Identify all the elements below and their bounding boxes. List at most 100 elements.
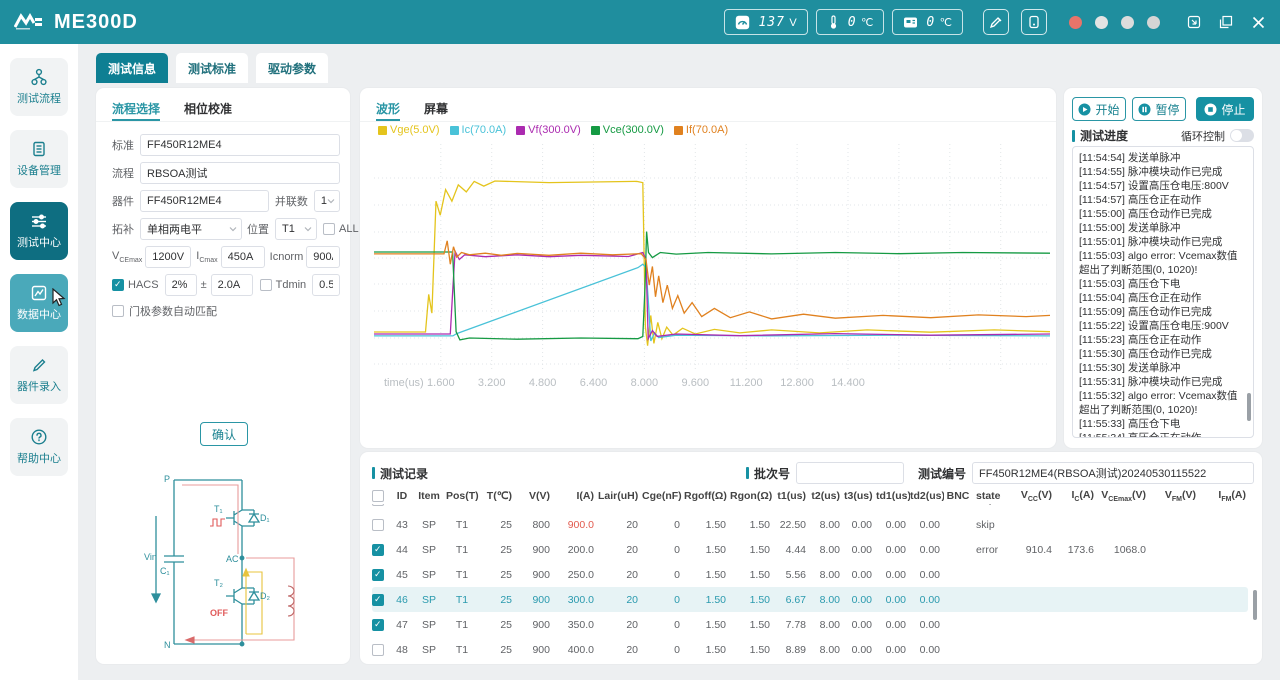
batch-input[interactable] [796, 462, 904, 484]
probe-tool-button[interactable] [983, 9, 1009, 35]
icmax-input[interactable] [221, 246, 265, 268]
tab-screen[interactable]: 屏幕 [424, 100, 448, 121]
sidebar-item-test-flow[interactable]: 测试流程 [10, 58, 68, 116]
table-cell: 0.00 [844, 644, 876, 656]
test-no-input[interactable] [972, 462, 1254, 484]
table-cell: T1 [446, 544, 482, 556]
tab-waveform[interactable]: 波形 [376, 100, 400, 121]
table-cell: T1 [446, 504, 482, 506]
confirm-button[interactable]: 确认 [200, 422, 248, 446]
icnorm-input[interactable] [306, 246, 340, 268]
help-icon [30, 428, 48, 446]
flow-input[interactable] [140, 162, 340, 184]
hacs-tolerance-input[interactable] [211, 274, 253, 296]
trace-vf [374, 251, 1050, 338]
table-row[interactable]: 44SPT125900200.02001.501.504.448.000.000… [372, 537, 1248, 562]
row-checkbox[interactable] [372, 569, 384, 581]
sidebar-item-test-center[interactable]: 测试中心 [10, 202, 68, 260]
log-scrollbar[interactable] [1247, 393, 1251, 421]
tdmin-checkbox[interactable] [260, 279, 272, 291]
parallel-select[interactable]: 1 [314, 190, 340, 212]
sidebar-item-device-manage[interactable]: 设备管理 [10, 130, 68, 188]
log-entry: [11:55:30] 高压仓动作已完成 [1079, 347, 1243, 361]
tab-test-standard[interactable]: 测试标准 [176, 53, 248, 83]
column-header: t2(us) [810, 490, 844, 502]
section-bar [746, 467, 749, 479]
position-select[interactable]: T1 [275, 218, 317, 240]
table-cell: T1 [446, 619, 482, 631]
column-header: t3(us) [844, 490, 876, 502]
topology-select[interactable]: 单相两电平 [140, 218, 242, 240]
hacs-checkbox[interactable] [112, 279, 124, 291]
tab-drive-params[interactable]: 驱动参数 [256, 53, 328, 83]
legend-swatch [378, 126, 387, 135]
close-window-button[interactable] [1250, 14, 1266, 30]
chart-legend: Vge(5.0V) Ic(70.0A) Vf(300.0V) Vce(300.0V) I… [378, 124, 728, 136]
sidebar-item-data-center[interactable]: 数据中心 [10, 274, 68, 332]
column-header: Item [416, 490, 446, 502]
table-cell: 1.50 [730, 519, 774, 531]
minimize-to-tray-button[interactable] [1186, 14, 1202, 30]
table-cell: 0 [642, 519, 684, 531]
device-tool-button[interactable] [1021, 9, 1047, 35]
table-cell: SP [416, 504, 446, 506]
table-cell: 1.50 [684, 519, 730, 531]
stop-button[interactable]: 停止 [1196, 97, 1254, 121]
table-cell: 0.00 [876, 569, 910, 581]
table-scrollbar[interactable] [1253, 590, 1257, 620]
start-button[interactable]: 开始 [1072, 97, 1126, 121]
pencil-icon [30, 356, 48, 374]
table-row[interactable]: 48SPT125900400.02001.501.508.898.000.000… [372, 637, 1248, 661]
row-checkbox[interactable] [372, 619, 384, 631]
trace-vce [374, 232, 1050, 340]
table-cell: T1 [446, 569, 482, 581]
row-checkbox[interactable] [372, 594, 384, 606]
table-cell: 20 [598, 544, 642, 556]
voltage-status: 137 V [724, 9, 807, 35]
tdmin-input[interactable] [312, 274, 340, 296]
pause-button[interactable]: 暂停 [1132, 97, 1186, 121]
table-row[interactable]: 47SPT125900350.02001.501.507.788.000.000… [372, 612, 1248, 637]
all-checkbox[interactable] [323, 223, 335, 235]
table-row[interactable]: 43SPT125800900.02001.501.5022.508.000.00… [372, 512, 1248, 537]
table-row[interactable]: 45SPT125900250.02001.501.505.568.000.000… [372, 562, 1248, 587]
row-checkbox[interactable] [372, 544, 384, 556]
table-cell: 25 [482, 594, 516, 606]
legend-item[interactable]: Vce(300.0V) [591, 124, 664, 136]
table-cell: 7.78 [774, 619, 810, 631]
table-cell: 0 [642, 619, 684, 631]
table-cell: 0.00 [844, 594, 876, 606]
row-checkbox[interactable] [372, 519, 384, 531]
select-all-checkbox[interactable] [372, 490, 384, 502]
restore-window-button[interactable] [1218, 14, 1234, 30]
gate-auto-checkbox[interactable] [112, 305, 124, 317]
legend-swatch [516, 126, 525, 135]
table-cell: 1.50 [730, 644, 774, 656]
sidebar-item-device-entry[interactable]: 器件录入 [10, 346, 68, 404]
tab-flow-select[interactable]: 流程选择 [112, 100, 160, 121]
legend-item[interactable]: Vf(300.0V) [516, 124, 581, 136]
tab-phase-calibration[interactable]: 相位校准 [184, 100, 232, 121]
table-row[interactable]: 46SPT125900300.02001.501.506.678.000.000… [372, 587, 1248, 612]
circuit-d2-label: D₂ [260, 591, 270, 601]
row-checkbox[interactable] [372, 644, 384, 656]
probe-icon [989, 15, 1003, 29]
legend-item[interactable]: If(70.0A) [674, 124, 728, 136]
standard-input[interactable] [140, 134, 340, 156]
loop-toggle[interactable] [1230, 129, 1254, 142]
sidebar-item-help-center[interactable]: 帮助中心 [10, 418, 68, 476]
table-row[interactable]: 42SPT125800850.02001.501.5021.258.000.00… [372, 504, 1248, 512]
hacs-percent-input[interactable] [165, 274, 197, 296]
vcemax-input[interactable] [145, 246, 191, 268]
tab-test-info[interactable]: 测试信息 [96, 53, 168, 83]
temp1-status: 0 ℃ [816, 9, 885, 35]
test-progress-log[interactable]: [11:54:54] 发送单脉冲[11:54:55] 脉冲模块动作已完成[11:… [1072, 146, 1254, 438]
column-header: state [976, 490, 1014, 502]
column-header: VFM(V) [1150, 489, 1200, 503]
row-checkbox[interactable] [372, 504, 384, 506]
legend-item[interactable]: Vge(5.0V) [378, 124, 440, 136]
table-cell: 0 [642, 569, 684, 581]
device-input[interactable] [140, 190, 269, 212]
log-entry: [11:55:00] 发送单脉冲 [1079, 221, 1243, 235]
legend-item[interactable]: Ic(70.0A) [450, 124, 507, 136]
